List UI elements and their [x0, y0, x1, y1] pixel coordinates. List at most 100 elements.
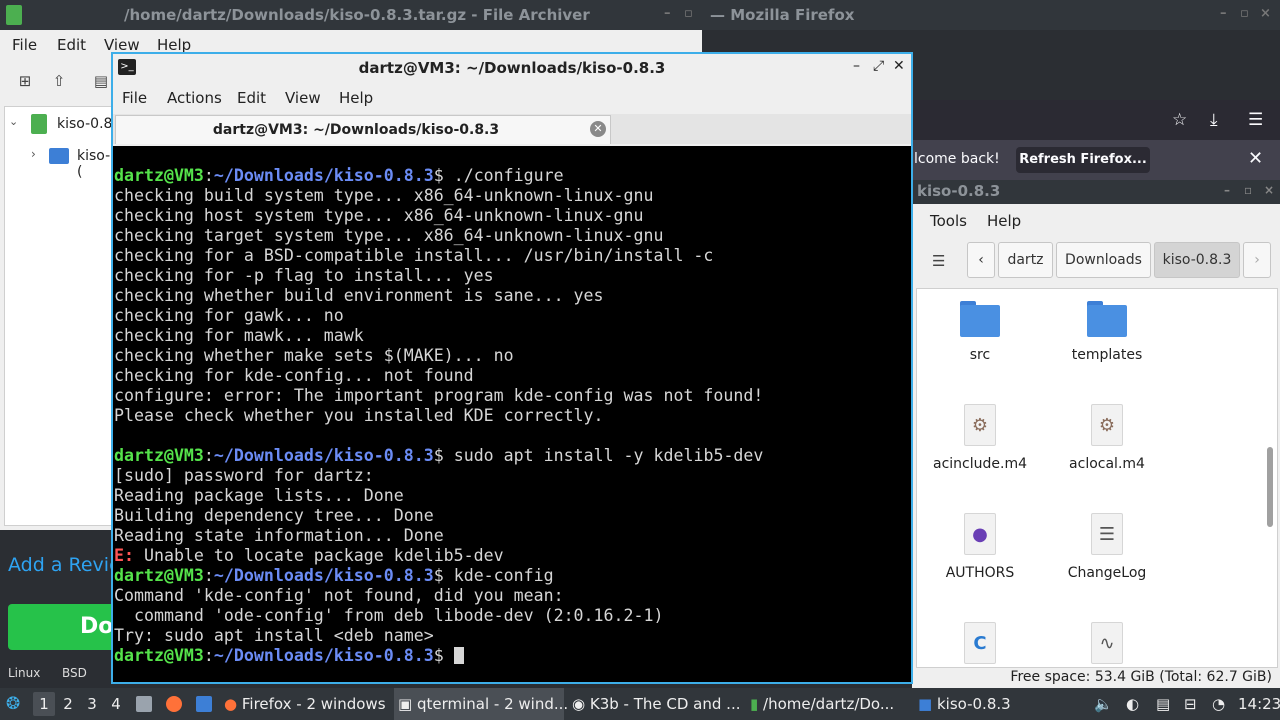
- terminal-line: Reading package lists... Done: [114, 486, 763, 506]
- file-manager-window: kiso-0.8.3 – ▫ × Tools Help ☰ ‹ dartz Do…: [912, 180, 1280, 688]
- maximize-icon[interactable]: ▫: [684, 6, 693, 21]
- task-archiver[interactable]: ▮ /home/dartz/Do...: [750, 688, 910, 720]
- close-tab-icon[interactable]: ✕: [590, 121, 606, 137]
- breadcrumb-downloads[interactable]: Downloads: [1056, 242, 1151, 278]
- clock[interactable]: 14:23: [1238, 688, 1280, 720]
- file-item-label: templates: [1071, 347, 1143, 363]
- archiver-titlebar[interactable]: /home/dartz/Downloads/kiso-0.8.3.tar.gz …: [0, 0, 702, 30]
- file-icon-view[interactable]: src templates ⚙ acinclude.m4 ⚙ aclocal.m…: [916, 288, 1278, 668]
- breadcrumb-dartz[interactable]: dartz: [998, 242, 1053, 278]
- notification-text: lcome back!: [914, 151, 1000, 167]
- menu-edit[interactable]: Edit: [57, 36, 86, 54]
- task-label: kiso-0.8.3: [936, 695, 1011, 713]
- workspace-4[interactable]: 4: [105, 692, 127, 716]
- close-icon[interactable]: ×: [1260, 6, 1271, 21]
- terminal-titlebar[interactable]: >_ dartz@VM3: ~/Downloads/kiso-0.8.3 – ⤢…: [113, 54, 911, 82]
- volume-icon[interactable]: 🔈: [1094, 695, 1113, 713]
- output-text: checking whether make sets $(MAKE)... no: [114, 346, 514, 365]
- command-text: sudo apt install -y kdelib5-dev: [443, 446, 764, 465]
- tree-row-root[interactable]: ⌄ kiso-0.8: [5, 113, 115, 137]
- download-button[interactable]: Do: [8, 604, 118, 650]
- file-manager-titlebar[interactable]: kiso-0.8.3 – ▫ ×: [912, 180, 1280, 204]
- task-firefox[interactable]: ● Firefox - 2 windows: [224, 688, 390, 720]
- minimize-icon[interactable]: –: [664, 6, 671, 21]
- terminal-line: checking whether build environment is sa…: [114, 286, 763, 306]
- close-icon[interactable]: ✕: [1248, 148, 1263, 169]
- firefox-titlebar[interactable]: — Mozilla Firefox – ▫ ×: [702, 0, 1280, 30]
- extract-icon[interactable]: ⇧: [50, 72, 68, 90]
- maximize-icon[interactable]: ▫: [1244, 183, 1252, 197]
- firefox-launcher-icon[interactable]: [166, 696, 182, 712]
- firefox-notification-bar: lcome back! Refresh Firefox... ✕: [912, 140, 1280, 180]
- prompt-path: ~/Downloads/kiso-0.8.3: [213, 446, 434, 465]
- minimize-icon[interactable]: –: [853, 58, 860, 74]
- refresh-firefox-button[interactable]: Refresh Firefox...: [1016, 147, 1150, 173]
- menu-edit[interactable]: Edit: [237, 89, 266, 107]
- prompt-path: ~/Downloads/kiso-0.8.3: [213, 166, 434, 185]
- start-menu-icon[interactable]: ❂: [6, 688, 20, 720]
- free-space-status: Free space: 53.4 GiB (Total: 62.7 GiB): [1010, 669, 1272, 685]
- connection-icon[interactable]: ⊟: [1184, 695, 1197, 713]
- menu-file[interactable]: File: [122, 89, 147, 107]
- output-text: configure: error: The important program …: [114, 386, 764, 405]
- terminal-line: configure: error: The important program …: [114, 386, 763, 406]
- forward-icon[interactable]: ›: [1243, 242, 1271, 278]
- clipboard-icon[interactable]: ▤: [1156, 695, 1170, 713]
- close-icon[interactable]: ✕: [893, 58, 905, 74]
- task-file-manager[interactable]: ■ kiso-0.8.3: [918, 688, 1028, 720]
- workspace-3[interactable]: 3: [81, 692, 103, 716]
- terminal-line: checking for mawk... mawk: [114, 326, 763, 346]
- close-icon[interactable]: ×: [1264, 183, 1274, 197]
- menu-tools[interactable]: Tools: [930, 212, 967, 230]
- list-view-icon[interactable]: ☰: [932, 252, 945, 270]
- archive-icon[interactable]: ▤: [92, 72, 110, 90]
- terminal-line: checking for -p flag to install... yes: [114, 266, 763, 286]
- minimize-icon[interactable]: –: [1224, 183, 1230, 197]
- workspace-2[interactable]: 2: [57, 692, 79, 716]
- show-desktop-icon[interactable]: [136, 696, 152, 712]
- menu-help[interactable]: Help: [339, 89, 373, 107]
- maximize-icon[interactable]: ▫: [1240, 6, 1249, 21]
- download-button-label: Do: [80, 614, 114, 639]
- workspace-1[interactable]: 1: [33, 692, 55, 716]
- minimize-icon[interactable]: –: [1220, 6, 1227, 21]
- error-text: Unable to locate package kdelib5-dev: [133, 546, 504, 565]
- webpage-fragment: Add a Revie Do Linux BSD: [0, 530, 121, 688]
- menu-hamburger-icon[interactable]: ☰: [1248, 110, 1263, 130]
- update-icon[interactable]: ◔: [1212, 695, 1225, 713]
- breadcrumb-kiso[interactable]: kiso-0.8.3: [1154, 242, 1240, 278]
- task-label: qterminal - 2 wind...: [416, 695, 569, 713]
- back-icon[interactable]: ‹: [967, 242, 995, 278]
- os-label-linux[interactable]: Linux: [8, 666, 40, 680]
- archive-app-icon: [6, 5, 22, 25]
- download-icon[interactable]: ⤓: [1210, 110, 1218, 130]
- task-k3b[interactable]: ◉ K3b - The CD and ...: [572, 688, 740, 720]
- chevron-down-icon[interactable]: ⌄: [9, 115, 18, 128]
- terminal-tab[interactable]: dartz@VM3: ~/Downloads/kiso-0.8.3 ✕: [115, 115, 611, 144]
- disc-icon: ◉: [572, 695, 586, 713]
- archive-tree[interactable]: ⌄ kiso-0.8 › kiso-(: [4, 106, 114, 526]
- terminal-window: >_ dartz@VM3: ~/Downloads/kiso-0.8.3 – ⤢…: [111, 52, 913, 684]
- bookmark-star-icon[interactable]: ☆: [1172, 110, 1187, 130]
- terminal-line: checking host system type... x86_64-unkn…: [114, 206, 763, 226]
- tree-child-label: kiso-(: [77, 148, 111, 180]
- tree-row-child[interactable]: › kiso-(: [5, 145, 115, 180]
- add-review-link[interactable]: Add a Revie: [8, 554, 121, 576]
- scrollbar[interactable]: [1267, 447, 1273, 527]
- new-archive-icon[interactable]: ⊞: [16, 72, 34, 90]
- person-document-icon: ●: [964, 513, 996, 555]
- terminal-screen[interactable]: dartz@VM3:~/Downloads/kiso-0.8.3$ ./conf…: [113, 146, 911, 682]
- task-qterminal[interactable]: ▣ qterminal - 2 wind...: [394, 688, 568, 720]
- task-label: Firefox - 2 windows: [241, 695, 386, 713]
- chevron-right-icon[interactable]: ›: [31, 147, 36, 161]
- menu-actions[interactable]: Actions: [167, 89, 222, 107]
- file-manager-launcher-icon[interactable]: [196, 696, 212, 712]
- os-label-bsd[interactable]: BSD: [62, 666, 87, 680]
- network-icon[interactable]: ◐: [1126, 695, 1139, 713]
- terminal-tab-title: dartz@VM3: ~/Downloads/kiso-0.8.3: [212, 122, 500, 138]
- menu-file[interactable]: File: [12, 36, 37, 54]
- maximize-icon[interactable]: ⤢: [873, 58, 884, 74]
- menu-help[interactable]: Help: [987, 212, 1021, 230]
- menu-view[interactable]: View: [285, 89, 321, 107]
- output-text: checking build system type... x86_64-unk…: [114, 186, 654, 205]
